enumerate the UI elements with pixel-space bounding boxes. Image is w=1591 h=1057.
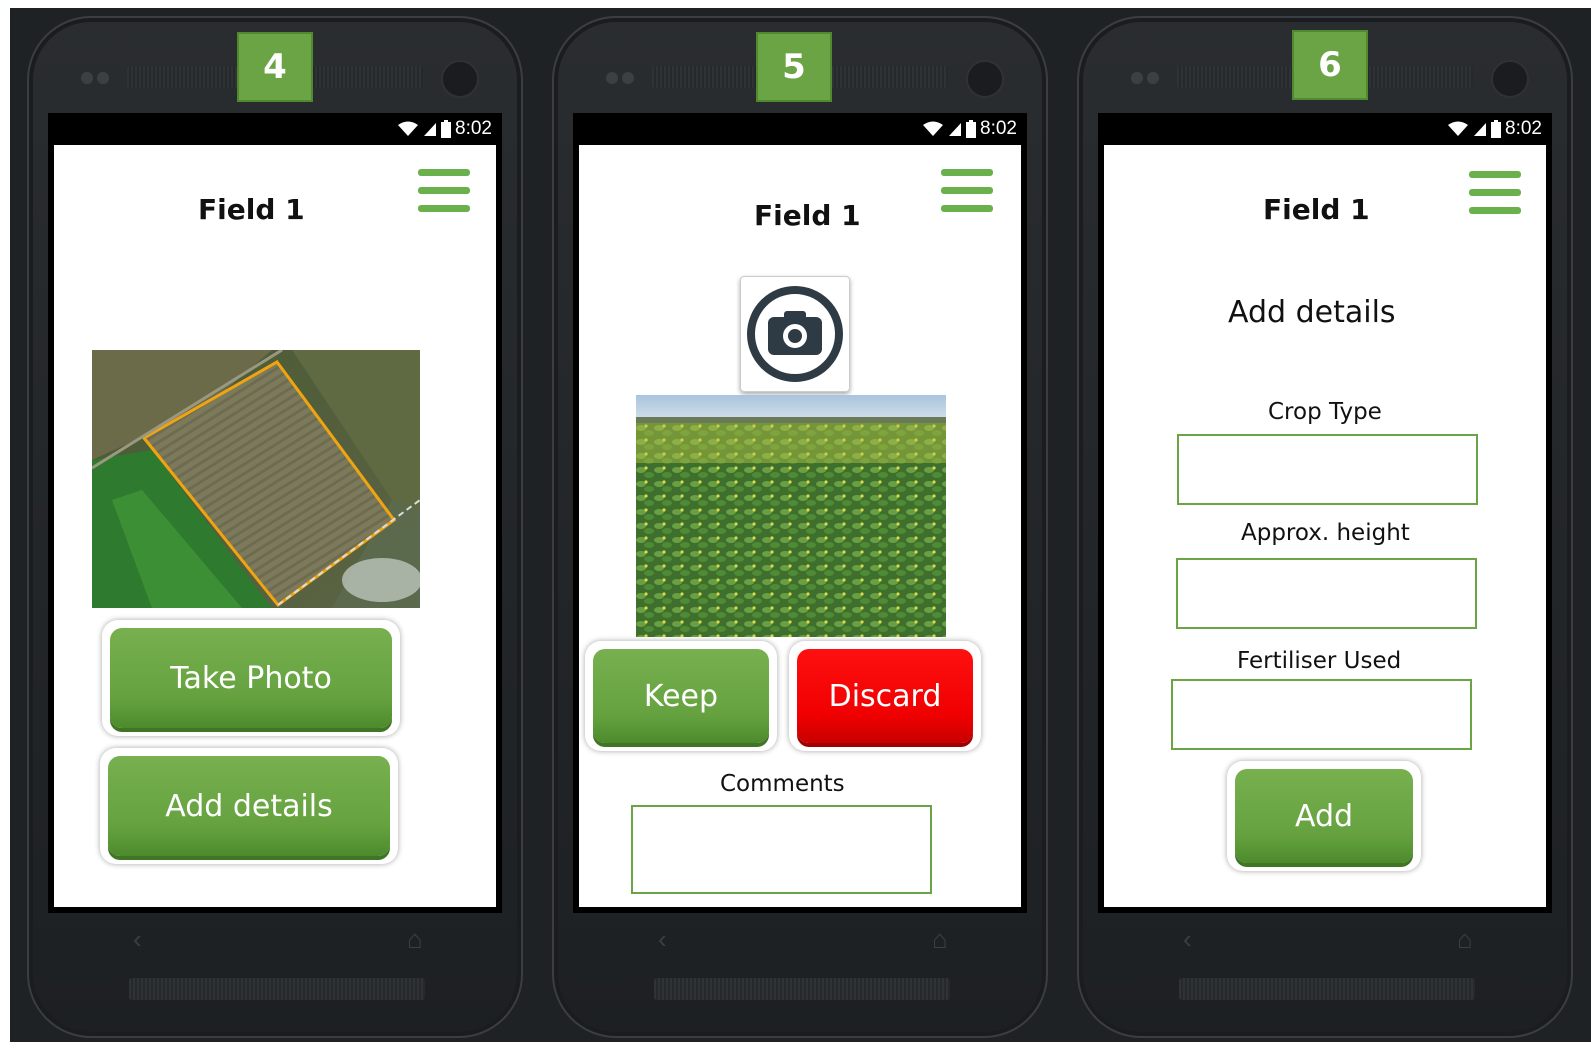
form-heading: Add details bbox=[1228, 295, 1396, 330]
comments-label: Comments bbox=[720, 771, 845, 797]
page-title: Field 1 bbox=[198, 193, 305, 226]
keep-wrap: Keep bbox=[585, 641, 777, 751]
menu-icon[interactable] bbox=[418, 169, 470, 213]
app-content: Field 1 bbox=[579, 145, 1021, 907]
wifi-icon bbox=[923, 121, 944, 136]
camera-icon bbox=[747, 286, 843, 382]
battery-icon bbox=[966, 120, 977, 138]
menu-icon[interactable] bbox=[1469, 171, 1521, 215]
wifi-icon bbox=[1448, 121, 1469, 136]
menu-icon[interactable] bbox=[941, 169, 993, 213]
discard-wrap: Discard bbox=[789, 641, 981, 751]
front-camera bbox=[966, 60, 1004, 98]
page-title: Field 1 bbox=[1263, 193, 1370, 226]
battery-icon bbox=[441, 120, 452, 138]
speaker-grille bbox=[129, 978, 425, 1000]
phone-screen-5: 5 8:02 Field 1 Keep Discard Comments ‹ ⌂ bbox=[552, 16, 1048, 1038]
light-sensor bbox=[622, 72, 634, 84]
app-content: Field 1 Add details Crop Type Approx. he… bbox=[1104, 145, 1546, 907]
front-camera bbox=[1491, 60, 1529, 98]
signal-icon bbox=[949, 123, 962, 136]
back-icon[interactable]: ‹ bbox=[658, 924, 667, 955]
battery-icon bbox=[1491, 120, 1502, 138]
wifi-icon bbox=[398, 121, 419, 136]
front-camera bbox=[441, 60, 479, 98]
status-bar: 8:02 bbox=[573, 113, 1027, 145]
fertiliser-used-label: Fertiliser Used bbox=[1237, 648, 1402, 674]
step-badge: 5 bbox=[756, 32, 832, 102]
speaker-grille bbox=[654, 978, 950, 1000]
discard-button[interactable]: Discard bbox=[797, 649, 973, 743]
take-photo-button[interactable]: Take Photo bbox=[110, 628, 392, 728]
add-wrap: Add bbox=[1227, 761, 1421, 871]
phone-display: 8:02 Field 1 bbox=[48, 113, 502, 913]
crop-type-field[interactable] bbox=[1177, 434, 1478, 505]
status-time: 8:02 bbox=[1505, 118, 1542, 139]
comments-field[interactable] bbox=[631, 805, 932, 894]
keep-button[interactable]: Keep bbox=[593, 649, 769, 743]
proximity-sensor bbox=[606, 72, 618, 84]
camera-button[interactable] bbox=[740, 276, 850, 392]
add-details-button[interactable]: Add details bbox=[108, 756, 390, 856]
take-photo-wrap: Take Photo bbox=[102, 620, 400, 736]
proximity-sensor bbox=[81, 72, 93, 84]
page-title: Field 1 bbox=[754, 199, 861, 232]
app-content: Field 1 bbox=[54, 145, 496, 907]
aerial-field-map bbox=[92, 350, 420, 608]
back-icon[interactable]: ‹ bbox=[133, 924, 142, 955]
proximity-sensor bbox=[1131, 72, 1143, 84]
phone-screen-6: 6 8:02 Field 1 Add details Crop Type App… bbox=[1077, 16, 1573, 1038]
back-icon[interactable]: ‹ bbox=[1183, 924, 1192, 955]
signal-icon bbox=[424, 123, 437, 136]
home-icon[interactable]: ⌂ bbox=[407, 924, 423, 955]
light-sensor bbox=[1147, 72, 1159, 84]
home-icon[interactable]: ⌂ bbox=[932, 924, 948, 955]
speaker-grille bbox=[1179, 978, 1475, 1000]
status-time: 8:02 bbox=[980, 118, 1017, 139]
status-bar: 8:02 bbox=[48, 113, 502, 145]
step-badge: 6 bbox=[1292, 30, 1368, 100]
add-details-wrap: Add details bbox=[100, 748, 398, 864]
status-bar: 8:02 bbox=[1098, 113, 1552, 145]
mockup-canvas: 4 8:02 Field 1 Take Photo Add details ‹ … bbox=[10, 8, 1591, 1042]
status-time: 8:02 bbox=[455, 118, 492, 139]
step-badge: 4 bbox=[237, 32, 313, 102]
light-sensor bbox=[97, 72, 109, 84]
crop-field-photo bbox=[636, 395, 946, 637]
add-button[interactable]: Add bbox=[1235, 769, 1413, 863]
approx-height-label: Approx. height bbox=[1241, 520, 1410, 546]
crop-type-label: Crop Type bbox=[1268, 399, 1382, 425]
home-icon[interactable]: ⌂ bbox=[1457, 924, 1473, 955]
approx-height-field[interactable] bbox=[1176, 558, 1477, 629]
phone-display: 8:02 Field 1 Add details Crop Type Appro… bbox=[1098, 113, 1552, 913]
phone-display: 8:02 Field 1 bbox=[573, 113, 1027, 913]
fertiliser-used-field[interactable] bbox=[1171, 679, 1472, 750]
phone-screen-4: 4 8:02 Field 1 Take Photo Add details ‹ … bbox=[27, 16, 523, 1038]
signal-icon bbox=[1474, 123, 1487, 136]
